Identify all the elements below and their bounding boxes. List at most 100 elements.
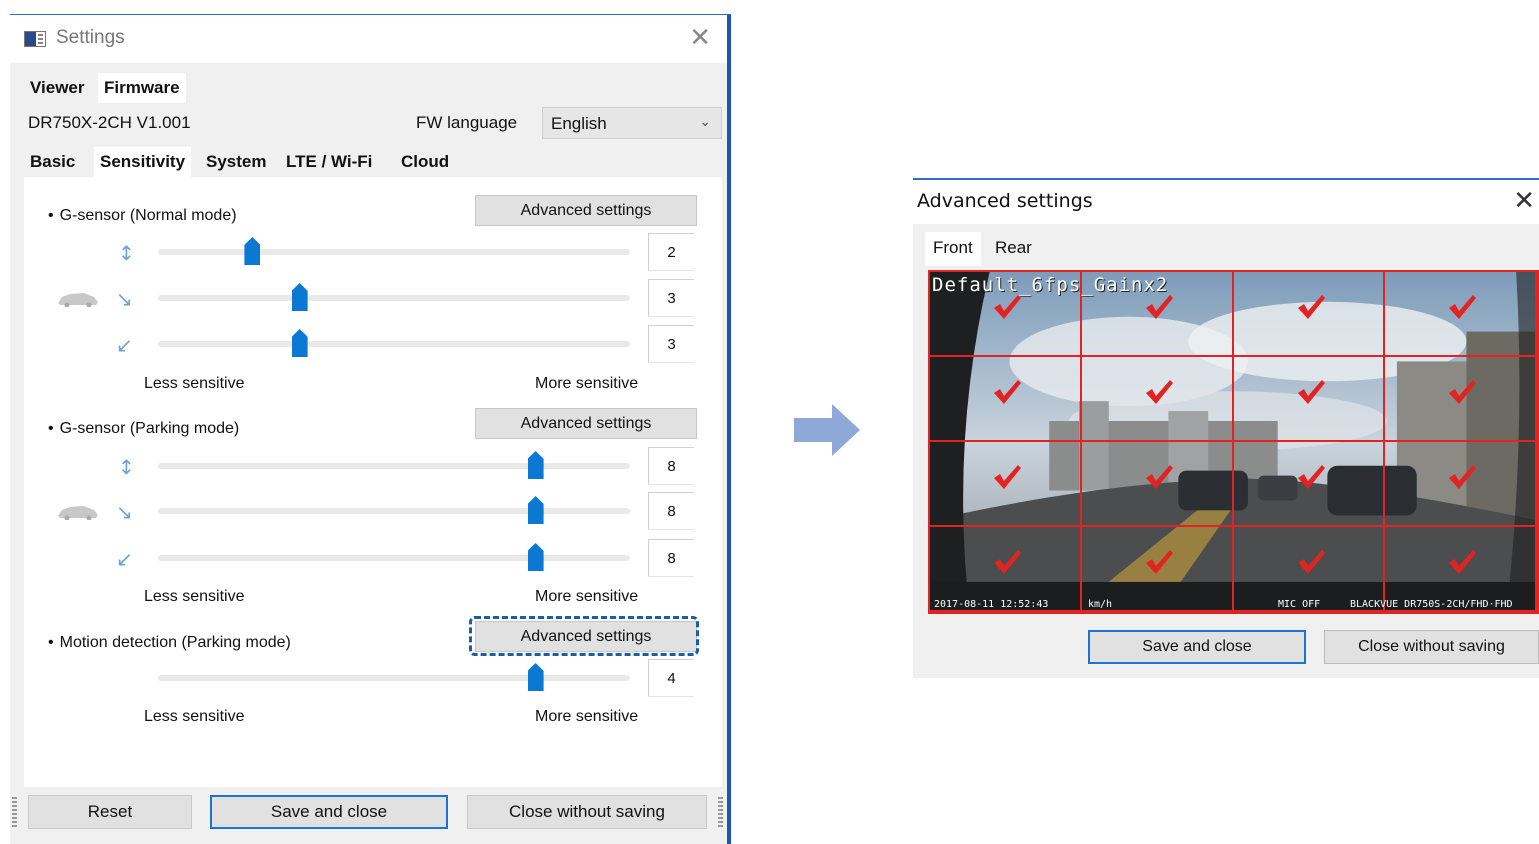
settings-window: Settings ✕ Viewer Firmware DR750X-2CH V1… — [10, 14, 731, 844]
close-icon[interactable]: ✕ — [689, 23, 711, 53]
horizontal-axis-icon: ↘ — [116, 500, 133, 524]
checkmark-icon — [1145, 465, 1173, 489]
tab-cloud[interactable]: Cloud — [395, 147, 455, 177]
save-and-close-button[interactable]: Save and close — [1088, 630, 1306, 664]
sensitivity-panel: G-sensor (Normal mode) Advanced settings… — [24, 177, 722, 787]
checkmark-icon — [1449, 465, 1477, 489]
model-version: DR750X-2CH V1.001 — [28, 113, 191, 132]
diagonal-axis-icon: ↙ — [116, 547, 133, 571]
value-box[interactable]: 8 — [648, 539, 694, 577]
motion-detection-label: Motion detection (Parking mode) — [48, 634, 291, 652]
checkmark-icon — [1449, 380, 1477, 404]
grid-cell[interactable] — [1233, 272, 1386, 357]
arrow-right-icon — [794, 404, 860, 456]
advanced-settings-dialog: Advanced settings ✕ Front Rear Default_6… — [913, 178, 1539, 678]
grid-cell[interactable] — [1081, 442, 1234, 527]
grid-cell[interactable] — [1385, 272, 1537, 357]
checkmark-icon — [1297, 295, 1325, 319]
less-sensitive-label: Less sensitive — [144, 375, 245, 392]
close-without-saving-button[interactable]: Close without saving — [467, 795, 707, 829]
car-icon — [58, 293, 98, 307]
checkmark-icon — [994, 295, 1021, 319]
tab-rear[interactable]: Rear — [987, 232, 1040, 266]
dialog-titlebar: Advanced settings ✕ — [913, 180, 1539, 224]
slider-thumb[interactable] — [527, 496, 544, 524]
value-box[interactable]: 4 — [648, 659, 694, 697]
grid-cell[interactable] — [1233, 442, 1386, 527]
checkmark-icon — [994, 380, 1021, 404]
save-and-close-button[interactable]: Save and close — [210, 795, 448, 829]
grid-cell[interactable] — [1385, 357, 1537, 442]
horizontal-axis-icon: ↘ — [116, 287, 133, 311]
checkmark-icon — [994, 465, 1021, 489]
checkmark-icon — [994, 550, 1021, 574]
slider-thumb[interactable] — [527, 451, 544, 479]
less-sensitive-label: Less sensitive — [144, 588, 245, 605]
advanced-settings-button[interactable]: Advanced settings — [475, 408, 697, 439]
reset-button[interactable]: Reset — [28, 795, 192, 829]
value-box[interactable]: 3 — [648, 325, 694, 363]
slider-track — [158, 463, 630, 469]
slider-thumb[interactable] — [291, 329, 308, 357]
slider-track — [158, 675, 630, 681]
slider-track — [158, 341, 630, 347]
grid-cell[interactable] — [930, 442, 1082, 527]
slider-track — [158, 508, 630, 514]
value-box[interactable]: 2 — [648, 233, 694, 271]
tab-system[interactable]: System — [200, 147, 272, 177]
vertical-axis-icon: ↕ — [118, 455, 135, 479]
checkmark-icon — [1297, 465, 1325, 489]
slider-track — [158, 555, 630, 561]
titlebar: Settings ✕ — [10, 15, 727, 63]
checkmark-icon — [1145, 550, 1173, 574]
value-box[interactable]: 8 — [648, 447, 694, 485]
slider-thumb[interactable] — [527, 663, 544, 691]
value-box[interactable]: 3 — [648, 279, 694, 317]
resize-grip — [12, 797, 17, 827]
advanced-settings-button[interactable]: Advanced settings — [475, 195, 697, 226]
tab-sensitivity[interactable]: Sensitivity — [94, 147, 192, 177]
gsensor-parking-label: G-sensor (Parking mode) — [48, 420, 240, 438]
slider-thumb[interactable] — [527, 543, 544, 571]
checkmark-icon — [1297, 550, 1325, 574]
osd-model: BLACKVUE DR750S-2CH/FHD·FHD — [1350, 599, 1513, 610]
chevron-down-icon: ⌄ — [699, 113, 711, 129]
app-icon — [24, 31, 46, 47]
checkmark-icon — [1145, 295, 1173, 319]
slider-track — [158, 249, 630, 255]
car-icon — [58, 506, 98, 520]
value-box[interactable]: 8 — [648, 492, 694, 530]
more-sensitive-label: More sensitive — [535, 588, 639, 605]
grid-cell[interactable] — [1233, 357, 1386, 442]
highlight-outline — [469, 616, 699, 656]
resize-grip — [718, 797, 723, 827]
diagonal-axis-icon: ↙ — [116, 333, 133, 357]
checkmark-icon — [1297, 380, 1325, 404]
osd-mic: MIC OFF — [1278, 599, 1321, 610]
window-title: Settings — [56, 27, 125, 48]
vertical-axis-icon: ↕ — [118, 241, 135, 265]
checkmark-icon — [1449, 295, 1477, 319]
checkmark-icon — [1145, 380, 1173, 404]
osd-date: 2017-08-11 12:52:43 — [934, 599, 1049, 610]
grid-cell[interactable] — [930, 357, 1082, 442]
close-icon[interactable]: ✕ — [1513, 186, 1535, 216]
more-sensitive-label: More sensitive — [535, 708, 639, 725]
slider-thumb[interactable] — [291, 283, 308, 311]
slider-thumb[interactable] — [244, 237, 261, 265]
tab-viewer[interactable]: Viewer — [24, 73, 91, 103]
grid-cell[interactable] — [1385, 442, 1537, 527]
grid-cell[interactable] — [1081, 357, 1234, 442]
fw-language-select[interactable]: English ⌄ — [542, 107, 722, 139]
dialog-title: Advanced settings — [917, 190, 1093, 212]
tab-front[interactable]: Front — [925, 232, 981, 266]
close-without-saving-button[interactable]: Close without saving — [1324, 630, 1539, 664]
osd-preset-label: Default_6fps_Gainx2 — [932, 274, 1169, 296]
camera-preview: Default_6fps_Gainx2 2017-08-11 12:52:43 … — [928, 270, 1539, 614]
fw-language-label: FW language — [416, 113, 518, 132]
detection-grid — [930, 272, 1537, 612]
tab-basic[interactable]: Basic — [24, 147, 81, 177]
slider-track — [158, 295, 630, 301]
tab-firmware[interactable]: Firmware — [98, 73, 186, 103]
tab-lte-wifi[interactable]: LTE / Wi-Fi — [280, 147, 378, 177]
